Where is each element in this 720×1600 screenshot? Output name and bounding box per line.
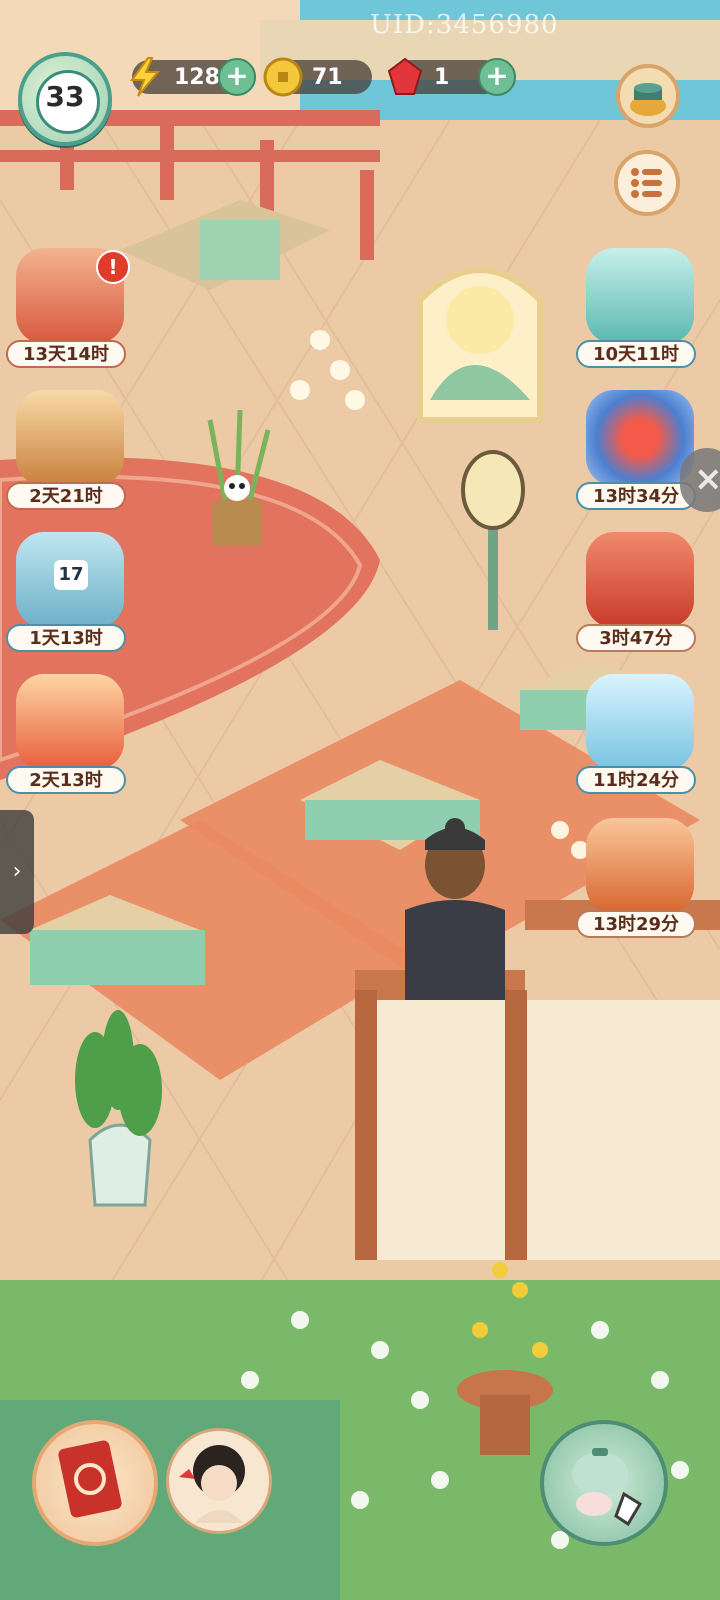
event-timer: 1天13时 <box>6 624 126 652</box>
lightning-icon <box>130 57 161 97</box>
event-cat-pond[interactable]: 10天11时 <box>576 248 704 368</box>
event-lotus-calendar[interactable]: 17 1天13时 <box>6 532 134 652</box>
event-timer: 13天14时 <box>6 340 126 368</box>
expand-left-panel-tab[interactable]: › <box>0 810 34 934</box>
red-lantern-box-icon <box>586 532 694 628</box>
lady-avatar-icon <box>179 1445 245 1523</box>
lotus-calendar-icon: 17 <box>16 532 124 628</box>
event-timer: 2天21时 <box>6 482 126 510</box>
player-level-badge[interactable]: 33 <box>18 52 112 146</box>
recipe-book-button[interactable] <box>32 1420 158 1546</box>
gems-value: 1 <box>434 64 450 90</box>
event-timer: 10天11时 <box>576 340 696 368</box>
calendar-day-badge: 17 <box>54 560 88 590</box>
coin-icon <box>263 57 303 97</box>
restaurant-background <box>0 0 720 1600</box>
coins-value: 71 <box>312 64 343 90</box>
notification-alert-icon: ! <box>96 250 130 284</box>
cat-pond-event-icon <box>586 248 694 344</box>
coin-bag-icon <box>586 818 694 914</box>
event-timer: 3时47分 <box>576 624 696 652</box>
event-cat-ice[interactable]: 11时24分 <box>576 674 704 794</box>
uid-label: UID:3456980 <box>370 10 559 40</box>
collapse-right-panel-button[interactable]: × <box>680 448 720 512</box>
event-coin-bag[interactable]: 13时29分 <box>576 818 704 938</box>
event-phoenix[interactable]: 2天13时 <box>6 674 134 794</box>
event-timer: 13时34分 <box>576 482 696 510</box>
list-menu-icon <box>631 168 662 198</box>
cat-ice-cube-icon <box>586 674 694 770</box>
phoenix-dish-icon <box>16 674 124 770</box>
energy-value: 128 <box>174 64 220 90</box>
event-treasure-chest[interactable]: 2天21时 <box>6 390 134 510</box>
add-gems-button[interactable]: + <box>478 58 516 96</box>
event-timer: 13时29分 <box>576 910 696 938</box>
add-energy-button[interactable]: + <box>218 58 256 96</box>
treasure-pot-icon <box>630 83 666 116</box>
chevron-right-icon: › <box>12 859 22 884</box>
close-icon: × <box>694 459 720 499</box>
red-gem-icon <box>387 57 423 95</box>
coins-counter: 71 <box>263 57 372 97</box>
teapot-icon <box>572 1448 643 1527</box>
shop-button[interactable] <box>616 64 680 128</box>
game-scene[interactable]: UID:3456980 33 128 + 71 1 + ! 13天14时 2天2… <box>0 0 720 1600</box>
treasure-chest-icon <box>16 390 124 486</box>
event-red-box[interactable]: 3时47分 <box>576 532 704 652</box>
event-timer: 2天13时 <box>6 766 126 794</box>
red-book-icon <box>58 1440 122 1518</box>
player-level-number: 33 <box>45 80 85 113</box>
fan-event-icon <box>586 390 694 486</box>
character-portrait-button[interactable] <box>166 1428 272 1534</box>
menu-button[interactable] <box>614 150 680 216</box>
event-timer: 11时24分 <box>576 766 696 794</box>
tea-shop-button[interactable] <box>540 1420 668 1546</box>
event-autumn-book[interactable]: ! 13天14时 <box>6 248 134 368</box>
